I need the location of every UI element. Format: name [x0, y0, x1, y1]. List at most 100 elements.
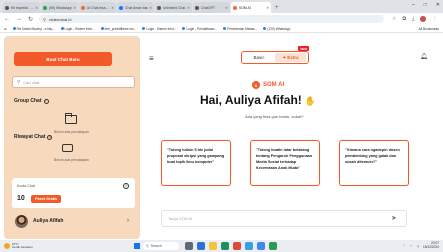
send-icon[interactable]: ➤: [391, 214, 397, 222]
apps-grid-icon[interactable]: ⊞: [4, 27, 7, 31]
tab-close-icon[interactable]: ✕: [225, 6, 228, 10]
close-window-icon[interactable]: ✕: [436, 2, 440, 8]
user-profile-button[interactable]: Auliya Afifah ›: [12, 211, 135, 231]
chat-search-input[interactable]: ⚲ Cari chat: [12, 76, 135, 88]
maximize-icon[interactable]: □: [424, 2, 427, 8]
new-tab-button[interactable]: +: [275, 5, 279, 11]
tab-list: Kit imperial - ... ✕ (69) WhatsApp ✕ AI Chat…: [3, 2, 272, 13]
mail-icon[interactable]: [245, 242, 253, 250]
clock[interactable]: 20:07 16/12/2024: [423, 241, 439, 249]
history-empty-text: Belum ada percakapan: [54, 158, 89, 162]
tab-label: Unlimited Char...: [163, 5, 187, 10]
bookmark-favicon-icon: [142, 27, 146, 31]
mode-extra-button[interactable]: ✦ Extra NEW: [275, 46, 309, 62]
tab-close-icon[interactable]: ✕: [35, 6, 38, 10]
downloads-icon[interactable]: ⤓: [412, 16, 414, 22]
mode-basic-button[interactable]: Basic: [243, 53, 275, 62]
all-bookmarks-link[interactable]: All Bookmarks: [419, 27, 439, 31]
bookmark-label: (120) WhatsApp: [267, 26, 291, 31]
taskbar-search[interactable]: ⚲ Search: [143, 242, 179, 250]
back-icon[interactable]: ←: [4, 16, 10, 22]
browser-tab[interactable]: AI Chat bisa ... ✕: [79, 2, 116, 13]
taskview-icon[interactable]: [185, 242, 193, 250]
url-bar[interactable]: ⚲ chatsomai.id: [39, 15, 385, 23]
greeting-text: Hai, Auliya Afifah!: [200, 93, 302, 107]
prompt-suggestion-card[interactable]: "Tolong buatin latar belakang tentang Pe…: [250, 140, 320, 186]
mode-extra-label: Extra: [287, 55, 299, 60]
forward-icon[interactable]: →: [16, 16, 22, 22]
prompt-suggestion-card[interactable]: "Tolong tulisin 5 ide judul proposal skr…: [161, 140, 231, 186]
group-chat-empty-text: Belum ada percakapan: [54, 130, 89, 134]
hamburger-menu-icon[interactable]: ≡: [149, 54, 154, 63]
menu-icon[interactable]: ⋮: [432, 16, 437, 22]
info-icon[interactable]: i: [43, 98, 49, 104]
new-chat-button[interactable]: Buat Chat Baru: [14, 52, 112, 66]
tab-close-icon[interactable]: ✕: [266, 6, 269, 10]
edge-icon[interactable]: [197, 242, 205, 250]
chat-bubble-icon: [62, 144, 73, 152]
weather-widget[interactable]: 27°C Cerah berawan: [4, 242, 33, 249]
windows-start-icon[interactable]: [134, 243, 140, 249]
browser-tab-bar: Kit imperial - ... ✕ (69) WhatsApp ✕ AI Chat…: [0, 0, 443, 13]
bookmark-favicon-icon: [60, 27, 64, 31]
extensions-icon[interactable]: ⧉: [403, 16, 407, 22]
brand-name: SOM AI: [263, 82, 285, 88]
tab-close-icon[interactable]: ✕: [149, 6, 152, 10]
plan-badge[interactable]: Paket Gratis: [31, 195, 62, 203]
reload-icon[interactable]: ↻: [28, 16, 33, 23]
bookmark-item[interactable]: Login - Pendaftaran...: [182, 27, 217, 31]
search-icon: ⚲: [17, 79, 21, 84]
bookmark-star-icon[interactable]: ☆: [392, 16, 396, 22]
bookmark-item[interactable]: Login - Sistem Infor...: [60, 26, 95, 31]
browser-tab[interactable]: Chat Aman bar... ✕: [117, 2, 154, 13]
app-area: Buat Chat Baru ⚲ Cari chat Group Chat i …: [0, 34, 443, 240]
wifi-icon[interactable]: ◠: [410, 244, 413, 248]
file-explorer-icon[interactable]: [209, 242, 217, 250]
bookmark-item[interactable]: (120) WhatsApp: [263, 27, 290, 31]
store-icon[interactable]: [221, 242, 229, 250]
address-bar-row: ← → ↻ ⚲ chatsomai.id ☆ ⧉ ⤓ ⋮: [0, 13, 443, 25]
prompt-suggestion-card[interactable]: "Gimana cara ngadepin dosen pembimbing y…: [339, 140, 409, 186]
tab-favicon-icon: [119, 5, 123, 10]
minimize-icon[interactable]: –: [412, 2, 415, 8]
chat-message-input[interactable]: Tanya SOM AI: [161, 210, 407, 227]
history-icon[interactable]: ⏱: [47, 134, 53, 140]
sparkle-icon: ✦: [282, 54, 287, 60]
bookmark-favicon-icon: [12, 27, 16, 31]
quota-info-icon[interactable]: ⏱: [123, 183, 129, 189]
search-icon: ⚲: [146, 244, 149, 248]
url-text: chatsomai.id: [48, 16, 72, 22]
clock-date: 16/12/2024: [423, 244, 439, 249]
bookmark-item[interactable]: Login - Sistem Infor...: [142, 27, 176, 31]
bookmark-item[interactable]: Penerimaan Mahas...: [223, 27, 257, 31]
brand-logo: S SOM AI: [252, 81, 284, 89]
tab-favicon-icon: [157, 5, 161, 10]
volume-icon[interactable]: ◁: [417, 244, 419, 248]
browser-tab[interactable]: Kit imperial - ... ✕: [3, 2, 40, 13]
chrome-icon[interactable]: [257, 242, 265, 250]
notification-bell-icon[interactable]: 🔔︎: [420, 53, 428, 60]
browser-tab[interactable]: Unlimited Char... ✕: [155, 2, 192, 13]
profile-avatar[interactable]: [420, 16, 427, 22]
quota-card: Kuota Chat ⏱ 10 Paket Gratis: [12, 178, 135, 208]
browser-tab[interactable]: (69) WhatsApp ✕: [41, 2, 78, 13]
tab-favicon-icon: [81, 5, 85, 10]
tab-close-icon[interactable]: ✕: [111, 6, 114, 10]
tab-close-icon[interactable]: ✕: [73, 6, 76, 10]
tab-close-icon[interactable]: ✕: [187, 6, 190, 10]
bookmark-item[interactable]: Riz Ilmiah Biowhy - a kity...: [12, 27, 55, 31]
greeting-heading: Hai, Auliya Afifah! ✋: [200, 93, 316, 107]
tab-label: ChatGPT: [201, 5, 216, 10]
chevron-up-icon[interactable]: ⌃: [403, 244, 406, 248]
bookmark-favicon-icon: [100, 27, 104, 31]
toolbar-actions: ☆ ⧉ ⤓ ⋮: [392, 16, 437, 22]
office-icon[interactable]: [233, 242, 241, 250]
bookmark-label: Login - Sistem Infor...: [146, 26, 177, 31]
bookmark-item[interactable]: ebe_preddiffame.sm...: [100, 27, 136, 31]
history-title: Riwayat Chat: [14, 134, 46, 140]
app-icon[interactable]: [269, 242, 277, 250]
site-info-icon[interactable]: ⚲: [43, 17, 46, 22]
browser-tab[interactable]: ChatGPT ✕: [193, 2, 230, 13]
browser-tab[interactable]: SOM AI ✕: [231, 2, 271, 13]
bookmark-label: Login - Sistem Infor...: [64, 26, 95, 31]
